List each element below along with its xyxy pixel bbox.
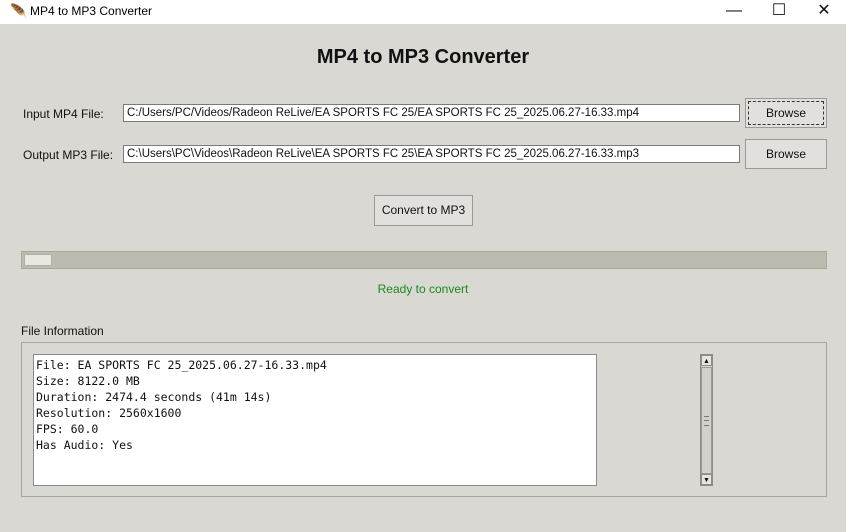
feather-icon: 🪶 (10, 3, 28, 19)
scroll-thumb[interactable] (701, 367, 712, 474)
file-info-label: File Information (21, 324, 104, 338)
title-bar: 🪶 MP4 to MP3 Converter — ☐ ✕ (0, 0, 846, 24)
minimize-button[interactable]: — (711, 0, 757, 24)
page-title: MP4 to MP3 Converter (316, 46, 530, 68)
output-browse-button[interactable]: Browse (745, 139, 827, 169)
input-file-field[interactable]: C:/Users/PC/Videos/Radeon ReLive/EA SPOR… (123, 104, 740, 122)
scroll-down-icon[interactable]: ▼ (701, 474, 712, 485)
convert-button[interactable]: Convert to MP3 (374, 195, 473, 226)
file-info-scrollbar[interactable]: ▲ ▼ (700, 354, 713, 486)
status-text: Ready to convert (377, 282, 469, 296)
maximize-button[interactable]: ☐ (756, 0, 802, 24)
progress-indicator (24, 254, 52, 266)
window-title: MP4 to MP3 Converter (30, 4, 153, 18)
output-file-field[interactable]: C:\Users\PC\Videos\Radeon ReLive\EA SPOR… (123, 145, 740, 163)
progress-bar (21, 251, 827, 269)
file-info-line: Resolution: 2560x1600 (36, 406, 182, 420)
file-info-line: Has Audio: Yes (36, 438, 133, 452)
file-info-line: Size: 8122.0 MB (36, 374, 140, 388)
input-file-label: Input MP4 File: (23, 107, 104, 121)
close-button[interactable]: ✕ (801, 0, 846, 24)
scroll-up-icon[interactable]: ▲ (701, 355, 712, 366)
file-info-text[interactable]: File: EA SPORTS FC 25_2025.06.27-16.33.m… (33, 354, 597, 486)
file-info-line: FPS: 60.0 (36, 422, 99, 436)
output-file-label: Output MP3 File: (23, 148, 114, 162)
input-browse-button[interactable]: Browse (745, 98, 827, 128)
file-info-line: File: EA SPORTS FC 25_2025.06.27-16.33.m… (36, 358, 327, 372)
file-info-line: Duration: 2474.4 seconds (41m 14s) (36, 390, 272, 404)
